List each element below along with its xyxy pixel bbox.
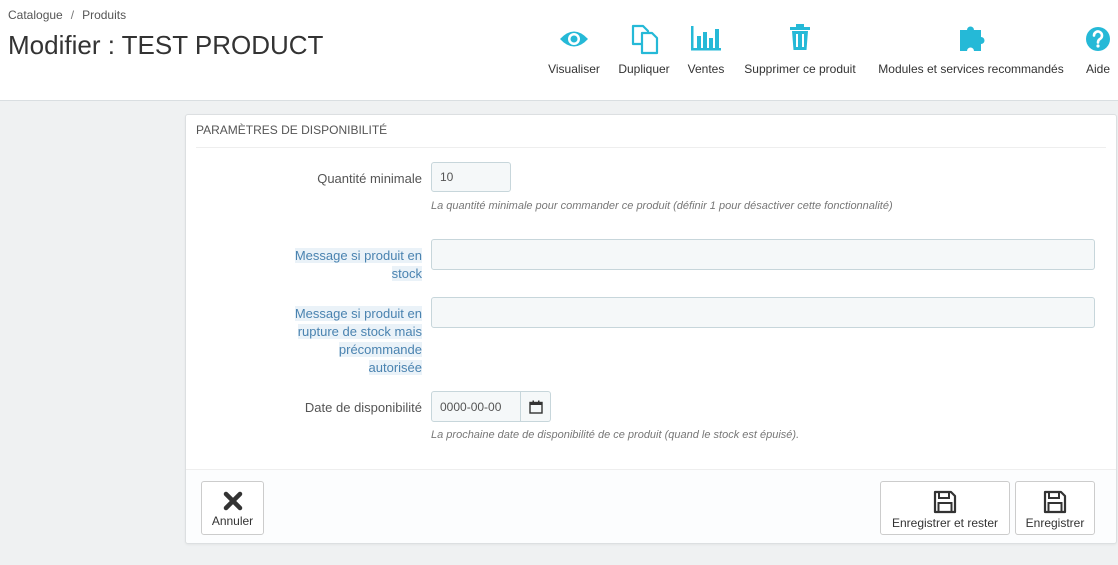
- calendar-icon: [528, 400, 543, 414]
- copy-icon: [614, 20, 674, 58]
- backorder-label-line3: précommande: [338, 342, 422, 357]
- close-icon: [223, 491, 242, 511]
- cancel-label: Annuler: [211, 514, 254, 528]
- puzzle-icon: [872, 20, 1070, 58]
- panel-heading: PARAMÈTRES DE DISPONIBILITÉ: [196, 123, 1106, 148]
- min-qty-input[interactable]: [431, 162, 511, 192]
- save-and-stay-label: Enregistrer et rester: [891, 516, 999, 530]
- in-stock-message-label[interactable]: Message si produit en stock: [294, 247, 422, 283]
- duplicate-label: Dupliquer: [618, 62, 670, 76]
- eye-icon: [546, 20, 602, 58]
- availability-panel: PARAMÈTRES DE DISPONIBILITÉ Quantité min…: [185, 114, 1117, 544]
- save-button[interactable]: Enregistrer: [1015, 481, 1095, 535]
- in-stock-label-line2: stock: [391, 266, 422, 281]
- question-icon: [1082, 20, 1114, 58]
- cancel-button[interactable]: Annuler: [201, 481, 264, 535]
- toolbar: Visualiser Dupliquer Ventes Supprimer ce…: [0, 20, 1118, 90]
- backorder-label-line4: autorisée: [368, 360, 422, 375]
- save-icon: [1043, 490, 1067, 514]
- panel-footer: Annuler Enregistrer et rester Enregistre…: [186, 469, 1116, 543]
- save-label: Enregistrer: [1025, 516, 1085, 530]
- recommended-modules-button[interactable]: Modules et services recommandés: [872, 20, 1070, 76]
- save-icon: [933, 490, 957, 514]
- min-qty-label: Quantité minimale: [317, 171, 422, 186]
- backorder-message-input[interactable]: [431, 297, 1095, 328]
- availability-date-label: Date de disponibilité: [304, 400, 422, 415]
- availability-date-input[interactable]: [431, 391, 521, 422]
- delete-product-button[interactable]: Supprimer ce produit: [738, 20, 862, 76]
- in-stock-label-line1: Message si produit en: [294, 248, 422, 263]
- trash-icon: [738, 20, 862, 58]
- min-qty-help: La quantité minimale pour commander ce p…: [431, 200, 893, 212]
- sales-button[interactable]: Ventes: [684, 20, 728, 76]
- save-and-stay-button[interactable]: Enregistrer et rester: [880, 481, 1010, 535]
- calendar-button[interactable]: [521, 391, 551, 422]
- sales-label: Ventes: [687, 62, 725, 76]
- view-label: Visualiser: [548, 62, 600, 76]
- backorder-label-line2: rupture de stock mais: [297, 324, 422, 339]
- duplicate-button[interactable]: Dupliquer: [614, 20, 674, 76]
- in-stock-message-input[interactable]: [431, 239, 1095, 270]
- availability-date-help: La prochaine date de disponibilité de ce…: [431, 429, 800, 441]
- help-label: Aide: [1085, 62, 1111, 76]
- view-button[interactable]: Visualiser: [546, 20, 602, 76]
- backorder-label-line1: Message si produit en: [294, 306, 422, 321]
- page-header: Catalogue / Produits Modifier : TEST PRODU…: [0, 0, 1118, 101]
- delete-product-label: Supprimer ce produit: [744, 62, 856, 76]
- backorder-message-label[interactable]: Message si produit en rupture de stock m…: [294, 305, 422, 377]
- help-button[interactable]: Aide: [1082, 20, 1114, 76]
- bar-chart-icon: [684, 20, 728, 58]
- recommended-modules-label: Modules et services recommandés: [878, 62, 1064, 76]
